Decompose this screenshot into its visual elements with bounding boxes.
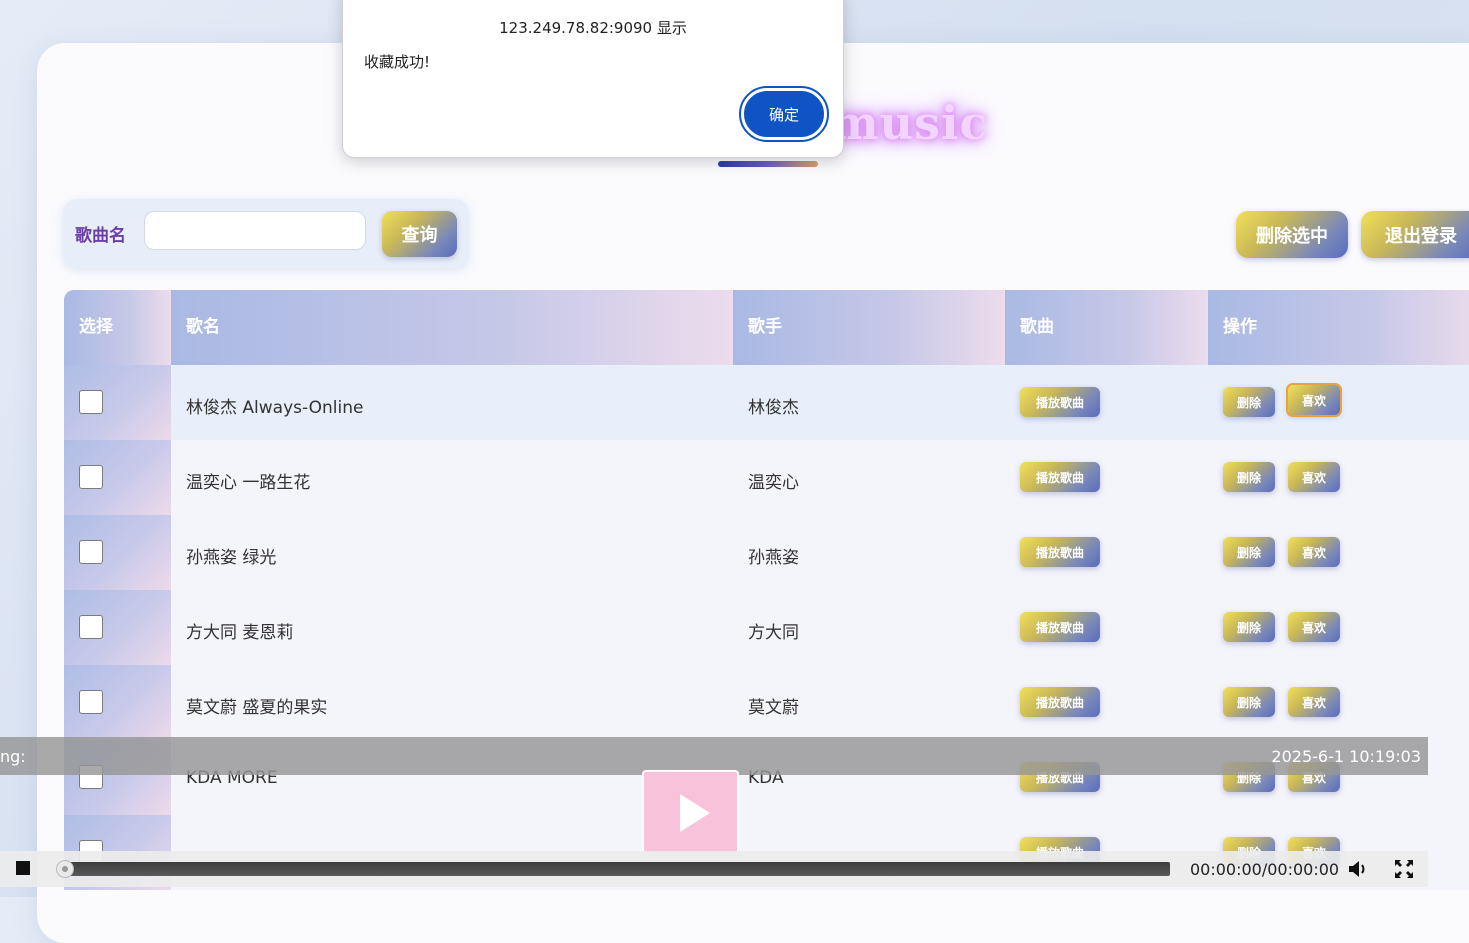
play-song-button[interactable]: 播放歌曲: [1020, 537, 1100, 567]
brand-underline: [718, 161, 818, 167]
song-name: 林俊杰 Always-Online: [186, 398, 364, 418]
fullscreen-icon[interactable]: [1394, 859, 1414, 879]
header-song-name: 歌名: [171, 290, 733, 365]
delete-button[interactable]: 删除: [1223, 462, 1275, 492]
table-row: 方大同 麦恩莉 方大同 播放歌曲 删除 喜欢: [64, 590, 1469, 665]
play-song-button[interactable]: 播放歌曲: [1020, 387, 1100, 417]
row-checkbox[interactable]: [79, 615, 103, 639]
song-name: 方大同 麦恩莉: [186, 623, 294, 643]
logout-button[interactable]: 退出登录: [1361, 211, 1469, 258]
select-cell: [64, 365, 171, 440]
header-select: 选择: [64, 290, 171, 365]
player-control-bar: 00:00:00/00:00:00: [0, 851, 1428, 887]
header-song: 歌曲: [1005, 290, 1208, 365]
header-singer: 歌手: [733, 290, 1005, 365]
dialog-ok-button[interactable]: 确定: [739, 86, 829, 142]
progress-thumb[interactable]: [56, 860, 74, 878]
play-icon: [680, 794, 710, 832]
time-display: 00:00:00/00:00:00: [1190, 860, 1340, 879]
brand-logo-text: music: [830, 96, 989, 150]
singer-name: 方大同: [748, 623, 799, 643]
table-row: 温奕心 一路生花 温奕心 播放歌曲 删除 喜欢: [64, 440, 1469, 515]
select-cell: [64, 590, 171, 665]
big-play-button[interactable]: [642, 770, 739, 855]
delete-button[interactable]: 删除: [1223, 387, 1275, 417]
select-cell: [64, 665, 171, 740]
song-name: 温奕心 一路生花: [186, 473, 311, 493]
dialog-message: 收藏成功!: [364, 53, 431, 71]
row-checkbox[interactable]: [79, 540, 103, 564]
stop-icon[interactable]: [16, 861, 30, 875]
singer-name: 莫文蔚: [748, 698, 799, 718]
select-cell: [64, 515, 171, 590]
dialog-title: 123.249.78.82:9090 显示: [499, 19, 687, 37]
select-cell: [64, 440, 171, 515]
search-label: 歌曲名: [75, 226, 126, 246]
play-song-button[interactable]: 播放歌曲: [1020, 612, 1100, 642]
table-row: 孙燕姿 绿光 孙燕姿 播放歌曲 删除 喜欢: [64, 515, 1469, 590]
song-name: 孙燕姿 绿光: [186, 548, 277, 568]
progress-track[interactable]: [62, 862, 1170, 876]
header-actions: 操作: [1208, 290, 1469, 365]
table-row: 莫文蔚 盛夏的果实 莫文蔚 播放歌曲 删除 喜欢: [64, 665, 1469, 740]
delete-button[interactable]: 删除: [1223, 612, 1275, 642]
singer-name: 林俊杰: [748, 398, 799, 418]
singer-name: 温奕心: [748, 473, 799, 493]
song-name-input[interactable]: [144, 211, 366, 250]
search-panel: 歌曲名 查询: [63, 199, 469, 269]
alert-dialog: 123.249.78.82:9090 显示 收藏成功! 确定: [342, 0, 844, 158]
song-name: 莫文蔚 盛夏的果实: [186, 698, 328, 718]
like-button[interactable]: 喜欢: [1288, 537, 1340, 567]
delete-selected-button[interactable]: 删除选中: [1236, 211, 1348, 258]
like-button[interactable]: 喜欢: [1288, 462, 1340, 492]
singer-name: 孙燕姿: [748, 548, 799, 568]
row-checkbox[interactable]: [79, 690, 103, 714]
like-button[interactable]: 喜欢: [1288, 612, 1340, 642]
play-song-button[interactable]: 播放歌曲: [1020, 687, 1100, 717]
delete-button[interactable]: 删除: [1223, 537, 1275, 567]
table-row: 林俊杰 Always-Online 林俊杰 播放歌曲 删除 喜欢: [64, 365, 1469, 440]
row-checkbox[interactable]: [79, 390, 103, 414]
now-playing-label: ng:: [0, 747, 26, 766]
row-checkbox[interactable]: [79, 465, 103, 489]
delete-button[interactable]: 删除: [1223, 687, 1275, 717]
search-button[interactable]: 查询: [382, 211, 457, 257]
like-button[interactable]: 喜欢: [1288, 687, 1340, 717]
volume-icon[interactable]: [1347, 859, 1369, 879]
player-datetime: 2025-6-1 10:19:03: [1271, 747, 1421, 766]
like-button[interactable]: 喜欢: [1286, 383, 1342, 417]
table-header: 选择 歌名 歌手 歌曲 操作: [64, 290, 1469, 365]
play-song-button[interactable]: 播放歌曲: [1020, 462, 1100, 492]
